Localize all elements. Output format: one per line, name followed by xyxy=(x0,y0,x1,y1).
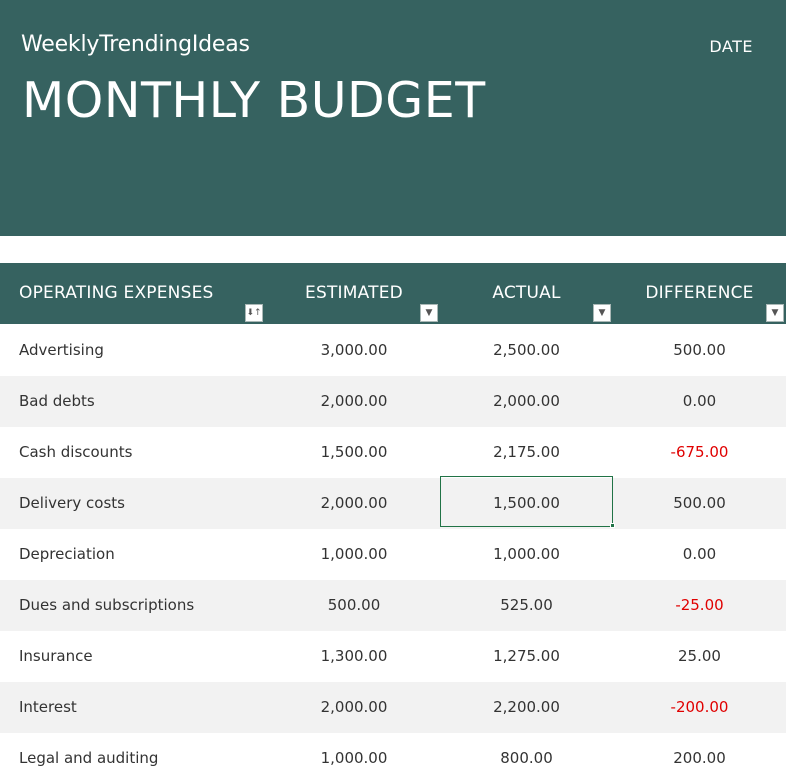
cell-difference[interactable]: -675.00 xyxy=(613,427,786,478)
cell-expense[interactable]: Dues and subscriptions xyxy=(19,580,259,631)
cell-estimated[interactable]: 1,500.00 xyxy=(268,427,440,478)
cell-expense[interactable]: Insurance xyxy=(19,631,259,682)
column-header-difference: DIFFERENCE xyxy=(645,283,754,303)
column-header-operating-expenses: OPERATING EXPENSES xyxy=(19,283,214,303)
table-row: Cash discounts 1,500.00 2,175.00 -675.00 xyxy=(0,427,786,478)
table-row: Dues and subscriptions 500.00 525.00 -25.00 xyxy=(0,580,786,631)
cell-estimated[interactable]: 3,000.00 xyxy=(268,325,440,376)
cell-estimated[interactable]: 2,000.00 xyxy=(268,478,440,529)
cell-estimated[interactable]: 1,000.00 xyxy=(268,733,440,784)
cell-expense[interactable]: Depreciation xyxy=(19,529,259,580)
cell-difference[interactable]: -25.00 xyxy=(613,580,786,631)
cell-expense[interactable]: Interest xyxy=(19,682,259,733)
cell-expense[interactable]: Legal and auditing xyxy=(19,733,259,784)
cell-difference[interactable]: 500.00 xyxy=(613,325,786,376)
cell-difference[interactable]: 0.00 xyxy=(613,376,786,427)
table-row: Legal and auditing 1,000.00 800.00 200.00 xyxy=(0,733,786,784)
cell-actual[interactable]: 2,175.00 xyxy=(440,427,613,478)
cell-actual[interactable]: 2,200.00 xyxy=(440,682,613,733)
cell-actual[interactable]: 1,500.00 xyxy=(440,478,613,529)
cell-expense[interactable]: Advertising xyxy=(19,325,259,376)
column-header-actual: ACTUAL xyxy=(492,283,561,303)
table-row: Advertising 3,000.00 2,500.00 500.00 xyxy=(0,325,786,376)
dropdown-icon[interactable]: ▼ xyxy=(766,304,784,322)
column-header-estimated: ESTIMATED xyxy=(305,283,403,303)
table-row: Insurance 1,300.00 1,275.00 25.00 xyxy=(0,631,786,682)
budget-worksheet: WeeklyTrendingIdeas DATE MONTHLY BUDGET … xyxy=(0,0,794,784)
table-row: Bad debts 2,000.00 2,000.00 0.00 xyxy=(0,376,786,427)
cell-difference[interactable]: -200.00 xyxy=(613,682,786,733)
cell-expense[interactable]: Delivery costs xyxy=(19,478,259,529)
date-label[interactable]: DATE xyxy=(709,37,753,57)
cell-difference[interactable]: 0.00 xyxy=(613,529,786,580)
table-row: Depreciation 1,000.00 1,000.00 0.00 xyxy=(0,529,786,580)
header-banner: WeeklyTrendingIdeas DATE MONTHLY BUDGET xyxy=(0,0,786,236)
cell-difference[interactable]: 500.00 xyxy=(613,478,786,529)
cell-estimated[interactable]: 500.00 xyxy=(268,580,440,631)
dropdown-icon[interactable]: ▼ xyxy=(420,304,438,322)
cell-estimated[interactable]: 1,000.00 xyxy=(268,529,440,580)
cell-estimated[interactable]: 2,000.00 xyxy=(268,682,440,733)
dropdown-icon[interactable]: ▼ xyxy=(593,304,611,322)
cell-actual[interactable]: 525.00 xyxy=(440,580,613,631)
cell-expense[interactable]: Bad debts xyxy=(19,376,259,427)
cell-actual[interactable]: 800.00 xyxy=(440,733,613,784)
fill-handle[interactable] xyxy=(610,523,615,528)
cell-actual[interactable]: 1,000.00 xyxy=(440,529,613,580)
cell-difference[interactable]: 25.00 xyxy=(613,631,786,682)
expenses-table: OPERATING EXPENSES ⬇↑ ESTIMATED ▼ ACTUAL… xyxy=(0,263,786,784)
cell-actual[interactable]: 2,500.00 xyxy=(440,325,613,376)
table-row: Interest 2,000.00 2,200.00 -200.00 xyxy=(0,682,786,733)
table-header-row: OPERATING EXPENSES ⬇↑ ESTIMATED ▼ ACTUAL… xyxy=(0,263,786,325)
cell-actual[interactable]: 1,275.00 xyxy=(440,631,613,682)
table-body: Advertising 3,000.00 2,500.00 500.00 Bad deb… xyxy=(0,325,786,784)
cell-estimated[interactable]: 2,000.00 xyxy=(268,376,440,427)
cell-estimated[interactable]: 1,300.00 xyxy=(268,631,440,682)
brand-name: WeeklyTrendingIdeas xyxy=(21,32,250,57)
cell-expense[interactable]: Cash discounts xyxy=(19,427,259,478)
cell-difference[interactable]: 200.00 xyxy=(613,733,786,784)
sort-filter-icon[interactable]: ⬇↑ xyxy=(245,304,263,322)
table-row: Delivery costs 2,000.00 1,500.00 500.00 xyxy=(0,478,786,529)
page-title: MONTHLY BUDGET xyxy=(22,72,486,129)
cell-actual[interactable]: 2,000.00 xyxy=(440,376,613,427)
